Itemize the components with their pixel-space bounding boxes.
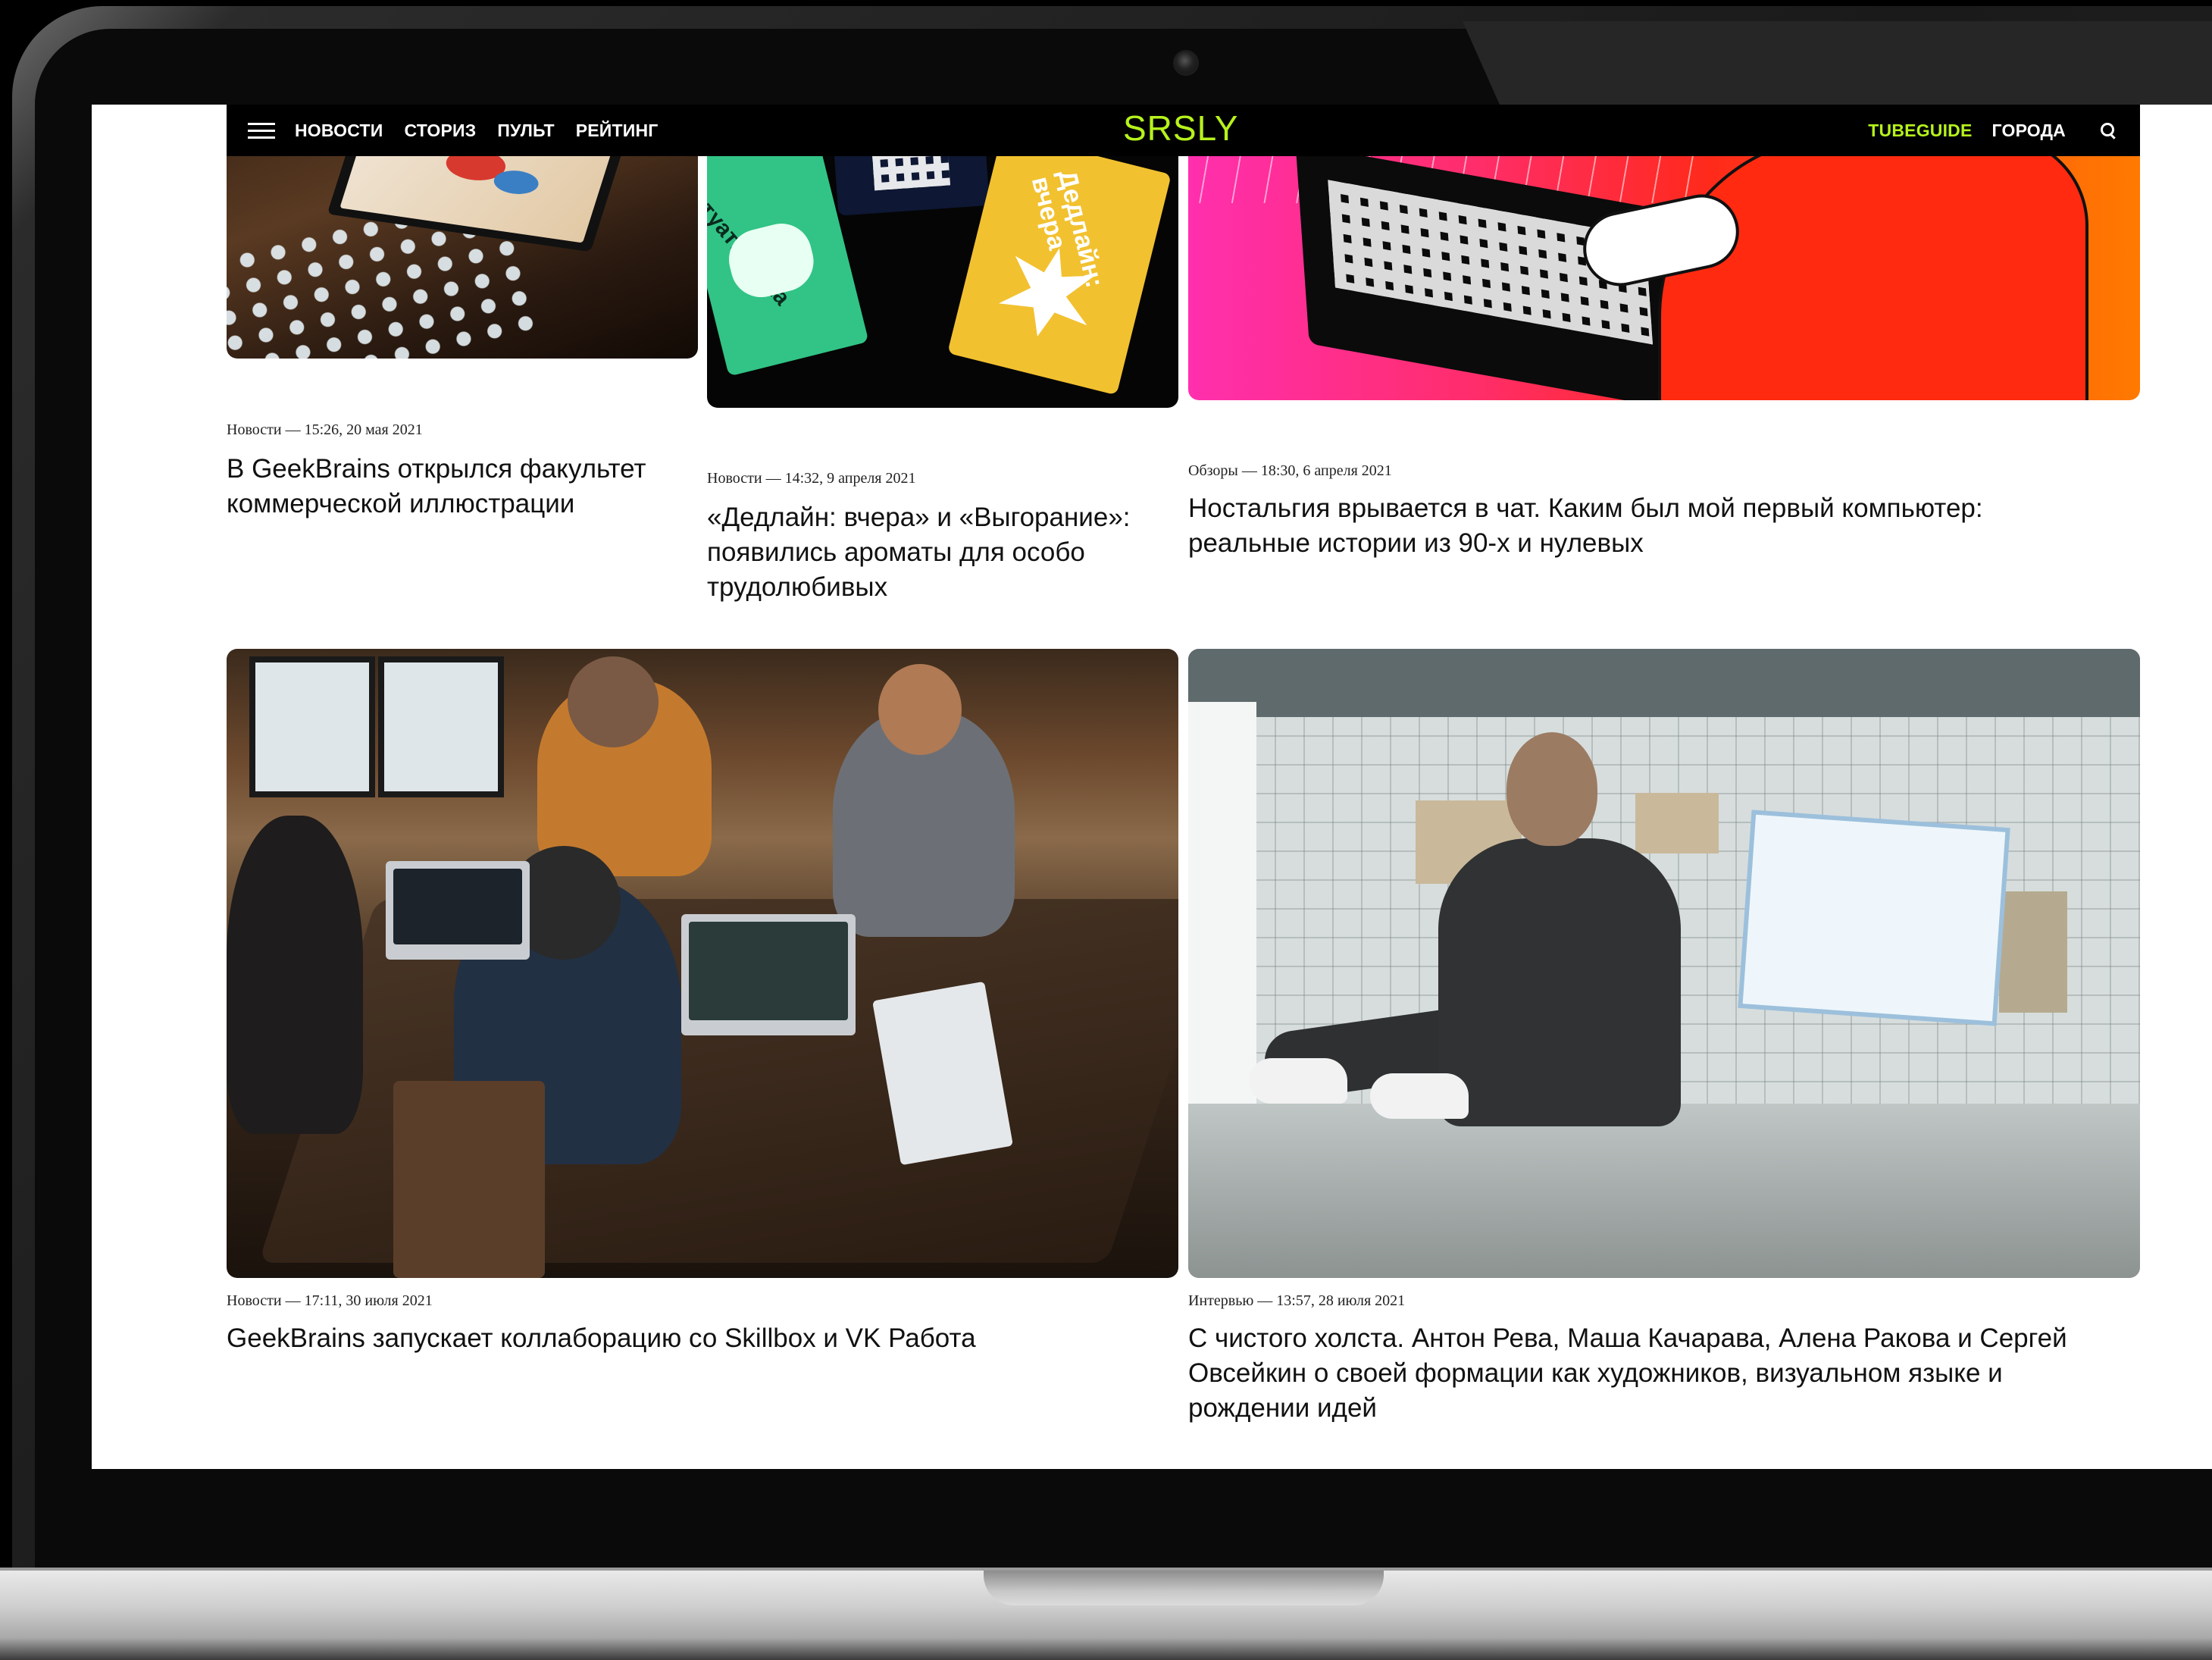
browser-viewport: Ситуативочка Дедлайн: вчера <box>92 105 2212 1469</box>
secondary-nav: TUBEGUIDE ГОРОДА <box>1868 105 2117 156</box>
laptop-notch <box>984 1571 1384 1605</box>
card-4-meta: Новости — 17:11, 30 июля 2021 <box>227 1292 433 1309</box>
card-3-meta: Обзоры — 18:30, 6 апреля 2021 <box>1188 462 1392 479</box>
card-2-meta: Новости — 14:32, 9 апреля 2021 <box>707 470 916 487</box>
artist-figure <box>1438 838 1681 1126</box>
nav-link-stories[interactable]: СТОРИЗ <box>404 121 476 141</box>
menu-icon[interactable] <box>248 123 275 139</box>
work-table-illustration <box>1188 1104 2140 1278</box>
bezel-glare <box>1463 21 2212 105</box>
box-label-yellow: Дедлайн: вчера <box>1025 167 1109 291</box>
blank-canvas-illustration <box>1742 814 2006 1022</box>
card-5-meta: Интервью — 13:57, 28 июля 2021 <box>1188 1292 1406 1309</box>
nav-link-cities[interactable]: ГОРОДА <box>1992 121 2066 141</box>
card-5-image[interactable] <box>1188 649 2140 1278</box>
search-icon[interactable] <box>2099 121 2117 139</box>
nav-link-pult[interactable]: ПУЛЬТ <box>497 121 554 141</box>
card-2-title[interactable]: «Дедлайн: вчера» и «Выгорание»: появилис… <box>707 500 1177 605</box>
card-3-title[interactable]: Ностальгия врывается в чат. Каким был мо… <box>1188 491 2082 561</box>
camera-icon <box>1173 50 1199 76</box>
site-header: НОВОСТИ СТОРИЗ ПУЛЬТ РЕЙТИНГ SRSLY TUBEG… <box>227 105 2140 156</box>
nav-link-rating[interactable]: РЕЙТИНГ <box>576 121 659 141</box>
site-logo[interactable]: SRSLY <box>1123 108 1238 149</box>
card-4-image[interactable] <box>227 649 1178 1278</box>
primary-nav: НОВОСТИ СТОРИЗ ПУЛЬТ РЕЙТИНГ <box>295 105 659 156</box>
nav-link-tubeguide[interactable]: TUBEGUIDE <box>1868 121 1972 141</box>
sleeve-illustration <box>1658 135 2088 400</box>
card-1-meta: Новости — 15:26, 20 мая 2021 <box>227 421 423 438</box>
card-5-title[interactable]: С чистого холста. Антон Рева, Маша Качар… <box>1188 1321 2098 1426</box>
card-1-title[interactable]: В GeekBrains открылся факультет коммерче… <box>227 452 681 521</box>
nav-link-news[interactable]: НОВОСТИ <box>295 121 383 141</box>
card-4-title[interactable]: GeekBrains запускает коллаборацию со Ski… <box>227 1321 1136 1356</box>
laptop-mockup: Ситуативочка Дедлайн: вчера <box>0 0 2212 1660</box>
